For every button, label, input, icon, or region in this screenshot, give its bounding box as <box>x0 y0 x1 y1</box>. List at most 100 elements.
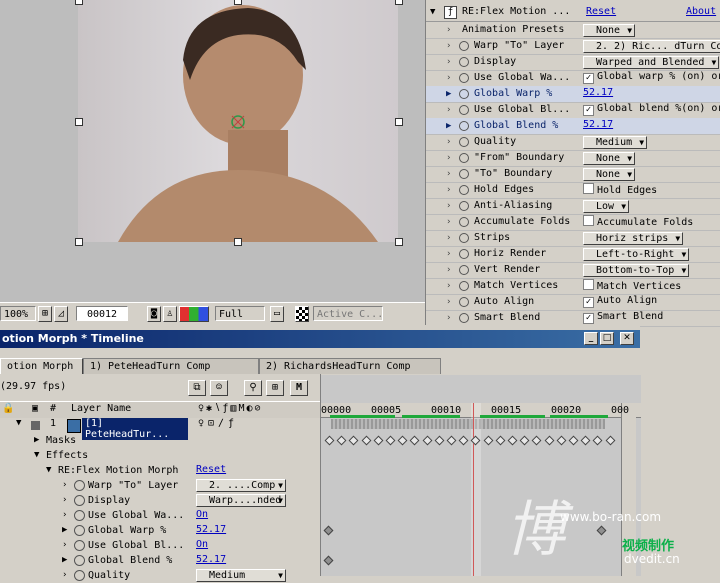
mask-icon[interactable]: ◿ <box>54 306 68 322</box>
effect-row[interactable]: › "To" Boundary None <box>426 166 720 182</box>
expand-icon[interactable]: ▼ <box>16 418 21 428</box>
stopwatch-icon[interactable] <box>459 201 469 211</box>
effect-row[interactable]: › "From" Boundary None <box>426 150 720 166</box>
resize-handle[interactable] <box>75 0 83 5</box>
effect-row-checkbox[interactable]: Hold Edges <box>583 183 657 196</box>
effect-row-dropdown[interactable]: Horiz strips <box>583 232 684 245</box>
expand-icon[interactable]: ▼ <box>46 463 51 478</box>
reset-link[interactable]: Reset <box>586 4 616 20</box>
stopwatch-icon[interactable] <box>459 121 469 131</box>
effect-row-dropdown[interactable]: None <box>583 152 636 165</box>
snapshot-icon[interactable]: ◙ <box>147 306 161 322</box>
effect-row[interactable]: › Smart Blend ✓ Smart Blend <box>426 310 720 326</box>
effect-row-checkbox[interactable]: Match Vertices <box>583 279 681 292</box>
effect-row-checkbox[interactable]: ✓ Auto Align <box>583 295 657 308</box>
expand-icon[interactable]: › <box>446 262 451 278</box>
resize-handle[interactable] <box>234 0 242 5</box>
layer-row[interactable]: ▼ 1 [1] PeteHeadTur... ♀⊡∕ƒ <box>0 418 320 440</box>
expand-icon[interactable]: › <box>446 294 451 310</box>
comp-marker-icon[interactable]: ⧉ <box>188 380 206 396</box>
camera-dropdown[interactable]: Active C... <box>313 306 383 321</box>
timeline-row[interactable]: ▼ Effects <box>0 448 320 463</box>
about-link[interactable]: About <box>686 4 716 20</box>
timeline-row[interactable]: ▼ RE:Flex Motion Morph Reset <box>0 463 320 478</box>
checkbox-icon[interactable] <box>583 183 594 194</box>
expand-icon[interactable]: › <box>62 493 67 508</box>
stopwatch-icon[interactable] <box>74 480 85 491</box>
expand-icon[interactable]: › <box>446 134 451 150</box>
effect-row[interactable]: ▶ Global Blend % 52.17 <box>426 118 720 134</box>
effect-row[interactable]: › Hold Edges Hold Edges <box>426 182 720 198</box>
minimize-button[interactable]: _ <box>584 332 598 345</box>
timeline-row[interactable]: ▶ Global Blend % 52.17 <box>0 553 320 568</box>
stopwatch-icon[interactable] <box>459 89 469 99</box>
resize-handle[interactable] <box>75 118 83 126</box>
expand-icon[interactable]: › <box>446 54 451 70</box>
effect-row[interactable]: › Quality Medium <box>426 134 720 150</box>
stopwatch-icon[interactable] <box>459 185 469 195</box>
stopwatch-icon[interactable] <box>459 249 469 259</box>
effect-row-checkbox[interactable]: ✓ Global warp % (on) or <box>583 71 720 84</box>
effect-row-dropdown[interactable]: 2. 2) Ric... dTurn Com <box>583 40 720 53</box>
label-color-icon[interactable] <box>31 421 40 430</box>
effect-row[interactable]: › Anti-Aliasing Low <box>426 198 720 214</box>
expand-icon[interactable]: › <box>446 166 451 182</box>
timeline-row[interactable]: › Warp "To" Layer 2. ....Comp <box>0 478 320 493</box>
effect-row-dropdown[interactable]: None <box>583 168 636 181</box>
layer-duration-bar[interactable] <box>331 419 605 429</box>
shy-icon[interactable]: ☺ <box>210 380 228 396</box>
stopwatch-icon[interactable] <box>459 153 469 163</box>
timeline-row-value[interactable]: 52.17 <box>196 554 226 567</box>
resize-handle[interactable] <box>395 118 403 126</box>
layer-switches[interactable]: ♀⊡∕ƒ <box>198 418 238 429</box>
effect-row-dropdown[interactable]: None <box>583 24 636 37</box>
stopwatch-icon[interactable] <box>459 265 469 275</box>
timeline-row-value[interactable]: 52.17 <box>196 524 226 537</box>
graph-icon[interactable]: M <box>290 380 308 396</box>
effect-row[interactable]: › Vert Render Bottom-to-Top <box>426 262 720 278</box>
effect-row[interactable]: › Animation Presets None <box>426 22 720 38</box>
timeline-row-value[interactable]: Reset <box>196 464 226 477</box>
fx-toggle-icon[interactable]: ƒ <box>444 6 457 19</box>
effect-row-dropdown[interactable]: Medium <box>583 136 648 149</box>
effect-row-checkbox[interactable]: ✓ Global blend %(on) or <box>583 103 720 116</box>
tab-pete[interactable]: 1) PeteHeadTurn Comp <box>83 358 259 374</box>
effect-row[interactable]: › Warp "To" Layer 2. 2) Ric... dTurn Com <box>426 38 720 54</box>
timeline-row[interactable]: › Display Warp....nded <box>0 493 320 508</box>
timeline-row-value[interactable]: On <box>196 539 208 552</box>
checkbox-icon[interactable] <box>583 215 594 226</box>
stopwatch-icon[interactable] <box>459 281 469 291</box>
expand-icon[interactable]: › <box>446 246 451 262</box>
close-button[interactable]: ✕ <box>620 332 634 345</box>
resize-handle[interactable] <box>234 238 242 246</box>
stopwatch-icon[interactable] <box>74 525 85 536</box>
stopwatch-icon[interactable] <box>459 73 469 83</box>
stopwatch-icon[interactable] <box>74 495 85 506</box>
expand-icon[interactable]: › <box>446 150 451 166</box>
effect-row[interactable]: ▶ Global Warp % 52.17 <box>426 86 720 102</box>
resize-handle[interactable] <box>395 0 403 5</box>
motion-blur-icon[interactable]: ⊞ <box>266 380 284 396</box>
channel-icon[interactable] <box>179 306 209 322</box>
checkbox-icon[interactable]: ✓ <box>583 105 594 116</box>
effect-row-number[interactable]: 52.17 <box>583 119 613 132</box>
effect-row-dropdown[interactable]: Bottom-to-Top <box>583 264 690 277</box>
region-of-interest-icon[interactable]: ▭ <box>270 306 284 322</box>
maximize-button[interactable]: □ <box>600 332 614 345</box>
stopwatch-icon[interactable] <box>459 233 469 243</box>
tab-richard[interactable]: 2) RichardsHeadTurn Comp <box>259 358 441 374</box>
effect-row[interactable]: › Use Global Wa... ✓ Global warp % (on) or <box>426 70 720 86</box>
expand-icon[interactable]: › <box>446 182 451 198</box>
expand-icon[interactable]: › <box>62 508 67 523</box>
stopwatch-icon[interactable] <box>74 555 85 566</box>
stopwatch-icon[interactable] <box>459 217 469 227</box>
checkbox-icon[interactable] <box>583 279 594 290</box>
effect-row[interactable]: › Auto Align ✓ Auto Align <box>426 294 720 310</box>
timeline-row-dropdown[interactable]: 2. ....Comp <box>196 479 286 492</box>
timeline-row[interactable]: ▶ Masks <box>0 433 320 448</box>
transparency-grid-icon[interactable] <box>295 306 309 322</box>
resize-handle[interactable] <box>395 238 403 246</box>
stopwatch-icon[interactable] <box>459 57 469 67</box>
expand-icon[interactable]: ▶ <box>34 433 39 448</box>
expand-icon[interactable]: › <box>62 538 67 553</box>
